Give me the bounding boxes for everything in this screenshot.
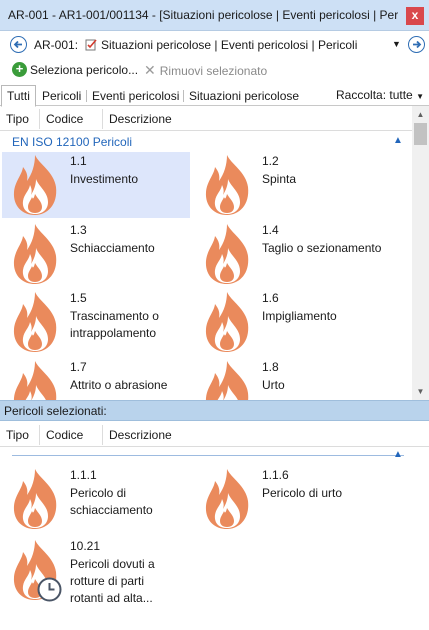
hazard-desc: Investimento (70, 172, 139, 186)
hazard-item[interactable]: 1.7 Attrito o abrasione (2, 358, 190, 400)
selected-panel-header: Pericoli selezionati: (0, 400, 429, 421)
hazard-desc: Attrito o abrasione (70, 378, 168, 392)
flame-icon (10, 223, 60, 285)
column-divider (102, 109, 103, 129)
flame-icon (10, 154, 60, 216)
select-hazard-label: Seleziona pericolo... (30, 62, 139, 77)
arrow-left-icon (13, 40, 22, 49)
tab-eventi-pericolosi[interactable]: Eventi pericolosi (87, 86, 184, 106)
tab-tutti[interactable]: Tutti (1, 85, 36, 107)
scroll-down-icon[interactable]: ▼ (412, 383, 429, 400)
column-tipo[interactable]: Tipo (6, 428, 29, 442)
hazard-code: 1.2 (262, 154, 279, 168)
address-bar: AR-001: Situazioni pericolose | Eventi p… (0, 31, 429, 59)
hazard-desc: Pericolo di schiacciamento (70, 486, 153, 517)
flame-icon (10, 360, 60, 400)
checklist-icon (85, 39, 97, 51)
tab-bar: Tutti Pericoli Eventi pericolosi Situazi… (0, 84, 429, 107)
collection-filter[interactable]: Raccolta: tutte ▼ (336, 88, 424, 102)
hazard-desc: Trascinamento o intrappolamento (70, 309, 159, 340)
hazard-item[interactable]: 1.5 Trascinamento o intrappolamento (2, 289, 190, 355)
hazard-item[interactable]: 1.6 Impigliamento (194, 289, 382, 355)
flame-icon (10, 291, 60, 353)
address-path[interactable]: Situazioni pericolose | Eventi pericolos… (101, 38, 357, 52)
selected-hazard-item[interactable]: 10.21 Pericoli dovuti a rotture di parti… (2, 537, 190, 607)
hazard-item[interactable]: 1.1 Investimento (2, 152, 190, 218)
column-tipo[interactable]: Tipo (6, 112, 29, 126)
arrow-right-icon (413, 40, 422, 49)
hazard-item[interactable]: 1.8 Urto (194, 358, 382, 400)
hazard-code: 1.1.1 (70, 468, 97, 482)
hazard-code: 1.8 (262, 360, 279, 374)
hazard-code: 1.4 (262, 223, 279, 237)
hazard-desc: Schiacciamento (70, 241, 155, 255)
tab-pericoli[interactable]: Pericoli (37, 86, 86, 106)
hazard-item[interactable]: 1.3 Schiacciamento (2, 221, 190, 287)
flame-icon (202, 223, 252, 285)
hazard-desc: Pericolo di urto (262, 486, 343, 500)
hazard-code: 1.5 (70, 291, 87, 305)
select-hazard-button[interactable]: + Seleziona pericolo... (12, 62, 138, 77)
column-divider (102, 425, 103, 445)
address-label: AR-001: (34, 38, 79, 52)
hazard-code: 1.6 (262, 291, 279, 305)
clock-icon (37, 577, 62, 602)
column-descrizione[interactable]: Descrizione (109, 428, 172, 442)
hazard-code: 1.1.6 (262, 468, 289, 482)
column-codice[interactable]: Codice (46, 112, 83, 126)
collapse-icon[interactable]: ▲ (393, 135, 403, 146)
hazard-desc: Urto (262, 378, 285, 392)
hazard-grid: EN ISO 12100 Pericoli ▲ 1.1 Investimento… (0, 131, 412, 400)
hazard-desc: Impigliamento (262, 309, 337, 323)
hazard-code: 1.1 (70, 154, 87, 168)
tab-situazioni-pericolose[interactable]: Situazioni pericolose (184, 86, 304, 106)
remove-selected-button[interactable]: ✕ Rimuovi selezionato (144, 62, 267, 79)
flame-icon (202, 468, 252, 530)
column-divider (39, 109, 40, 129)
hazard-code: 1.3 (70, 223, 87, 237)
selected-hazard-item[interactable]: 1.1.6 Pericolo di urto (194, 466, 382, 532)
scroll-up-icon[interactable]: ▲ (412, 106, 429, 123)
hazard-desc: Taglio o sezionamento (262, 241, 382, 255)
hazard-item[interactable]: 1.4 Taglio o sezionamento (194, 221, 382, 287)
selected-panel-title: Pericoli selezionati: (4, 404, 107, 418)
collapse-icon[interactable]: ▲ (393, 449, 403, 460)
column-descrizione[interactable]: Descrizione (109, 112, 172, 126)
hazard-item[interactable]: 1.2 Spinta (194, 152, 382, 218)
selected-hazard-item[interactable]: 1.1.1 Pericolo di schiacciamento (2, 466, 190, 532)
selected-column-header: Tipo Codice Descrizione (0, 423, 429, 447)
column-divider (39, 425, 40, 445)
title-bar: AR-001 - AR1-001/001134 - [Situazioni pe… (0, 0, 429, 31)
flame-icon (202, 291, 252, 353)
window-title: AR-001 - AR1-001/001134 - [Situazioni pe… (8, 8, 398, 22)
remove-icon: ✕ (144, 62, 156, 78)
plus-icon: + (12, 62, 27, 77)
column-codice[interactable]: Codice (46, 428, 83, 442)
close-button[interactable]: x (406, 7, 424, 25)
back-button[interactable] (10, 36, 27, 53)
vertical-scrollbar[interactable]: ▲ ▼ (412, 106, 429, 400)
hazard-desc: Pericoli dovuti a rotture di parti rotan… (70, 557, 155, 605)
address-dropdown-icon[interactable]: ▼ (392, 39, 401, 49)
group-title: EN ISO 12100 Pericoli (12, 135, 133, 149)
hazard-code: 1.7 (70, 360, 87, 374)
hazard-code: 10.21 (70, 539, 101, 553)
group-separator (12, 455, 404, 456)
chevron-down-icon: ▼ (416, 92, 424, 101)
flame-icon (202, 360, 252, 400)
hazard-desc: Spinta (262, 172, 297, 186)
flame-icon (10, 468, 60, 530)
forward-button[interactable] (408, 36, 425, 53)
remove-selected-label: Rimuovi selezionato (159, 63, 268, 78)
toolbar: + Seleziona pericolo... ✕ Rimuovi selezi… (0, 59, 429, 82)
collection-filter-label: Raccolta: tutte (336, 88, 413, 102)
scroll-thumb[interactable] (414, 123, 427, 145)
column-header: Tipo Codice Descrizione (0, 107, 429, 131)
flame-icon (202, 154, 252, 216)
